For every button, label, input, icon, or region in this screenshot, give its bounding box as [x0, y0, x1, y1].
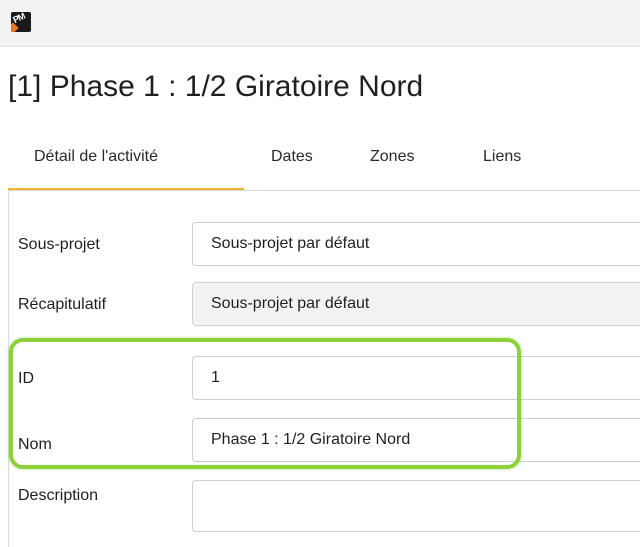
- tab-dates[interactable]: Dates: [271, 148, 313, 166]
- app-logo-icon[interactable]: PM: [11, 12, 31, 32]
- id-field[interactable]: 1: [192, 356, 640, 400]
- nom-field[interactable]: Phase 1 : 1/2 Giratoire Nord: [192, 418, 640, 462]
- field-label-id: ID: [18, 370, 34, 387]
- recapitulatif-field: Sous-projet par défaut: [192, 282, 640, 326]
- field-label-sous-projet: Sous-projet: [18, 236, 100, 253]
- sous-projet-field[interactable]: Sous-projet par défaut: [192, 222, 640, 266]
- tab-detail-activite[interactable]: Détail de l'activité: [34, 148, 158, 166]
- tab-liens[interactable]: Liens: [483, 148, 521, 166]
- title-bar: PM: [0, 0, 640, 47]
- field-label-recapitulatif: Récapitulatif: [18, 296, 107, 313]
- tab-zones[interactable]: Zones: [370, 148, 414, 166]
- page-title: [1] Phase 1 : 1/2 Giratoire Nord: [8, 70, 424, 103]
- field-label-description: Description: [18, 487, 99, 504]
- sous-projet-value: Sous-projet par défaut: [211, 235, 370, 252]
- description-field[interactable]: [192, 480, 640, 532]
- field-label-nom: Nom: [18, 436, 52, 453]
- recapitulatif-value: Sous-projet par défaut: [211, 295, 370, 312]
- tab-bar: Détail de l'activité Dates Zones Liens: [8, 130, 640, 192]
- nom-value: Phase 1 : 1/2 Giratoire Nord: [211, 431, 411, 448]
- id-value: 1: [211, 369, 220, 386]
